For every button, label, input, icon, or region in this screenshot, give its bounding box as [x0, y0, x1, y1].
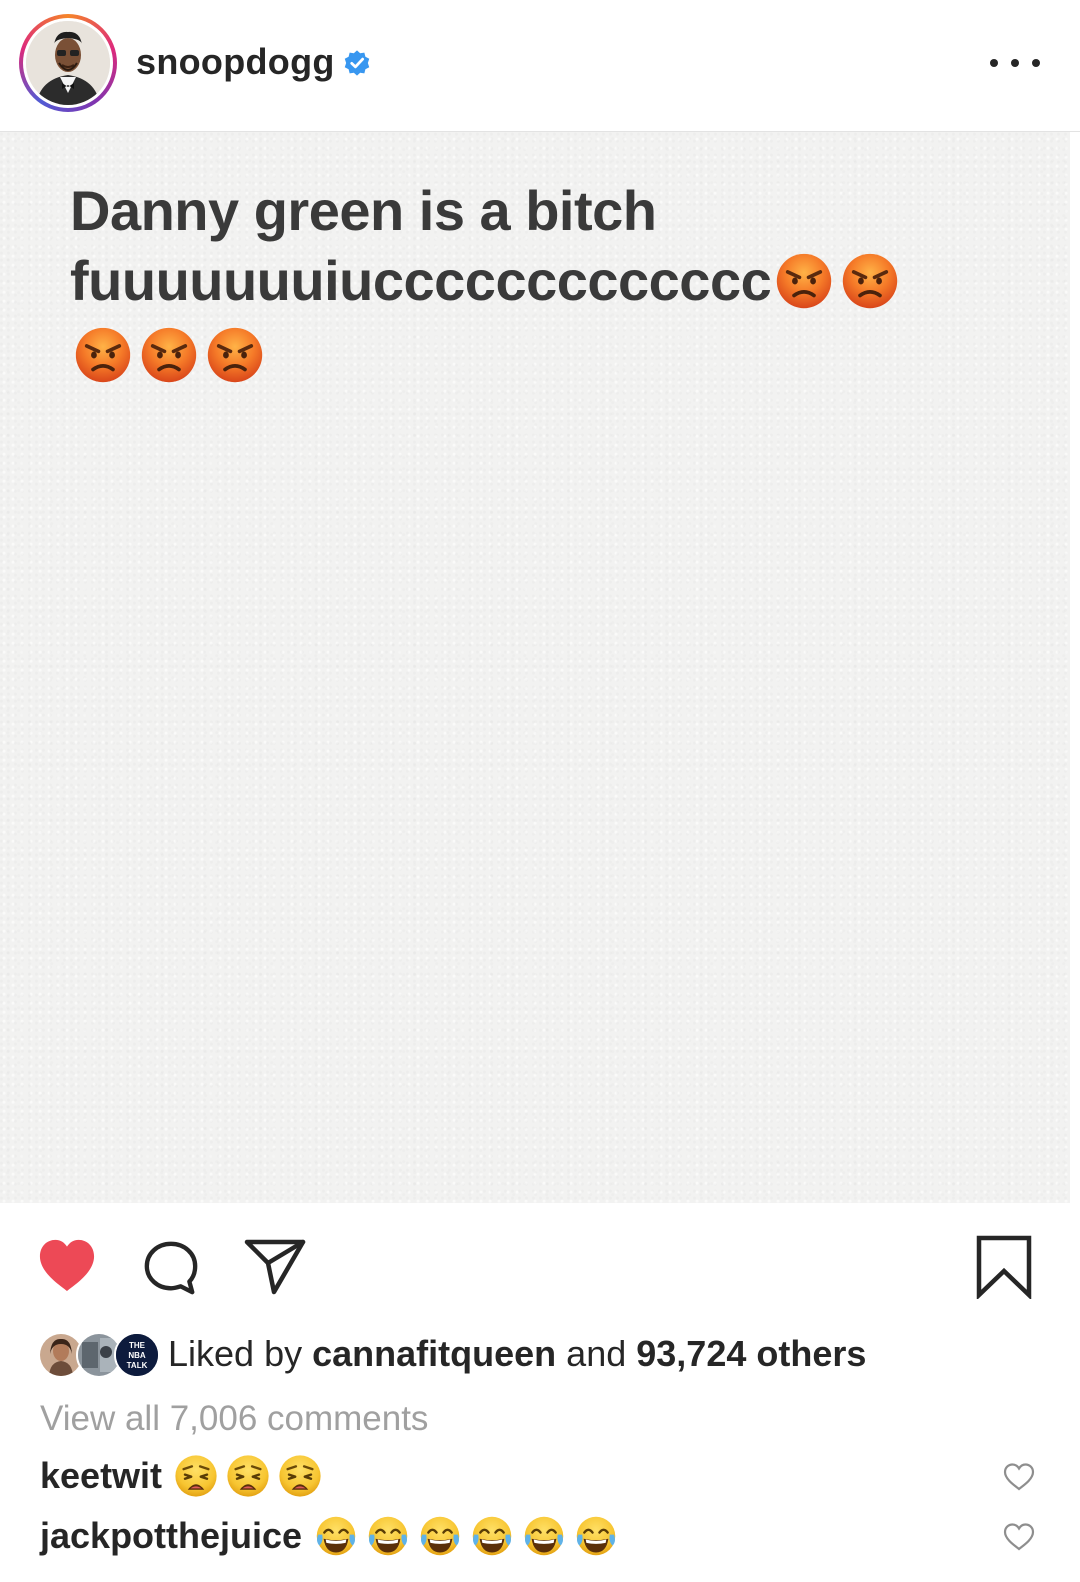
likes-text: Liked by cannafitqueen and 93,724 others: [168, 1333, 867, 1374]
post-text-line-1: Danny green is a bitch: [70, 179, 657, 242]
angry-face-emoji-icon: [841, 252, 899, 310]
paper-plane-icon[interactable]: [244, 1237, 306, 1295]
angry-face-emoji-icon: [140, 326, 198, 384]
comment-bubble-icon[interactable]: [142, 1239, 200, 1297]
comment-like-heart-icon[interactable]: [1002, 1522, 1036, 1552]
view-all-comments-link[interactable]: View all 7,006 comments: [40, 1396, 428, 1442]
comment-row: jackpotthejuice: [40, 1510, 626, 1562]
verified-badge-icon: [344, 50, 370, 76]
tears-of-joy-emoji-icon: [574, 1514, 618, 1558]
avatar: [26, 21, 110, 105]
angry-face-emoji-icon: [206, 326, 264, 384]
likes-summary[interactable]: THE NBA TALK Liked by cannafitqueen and …: [38, 1328, 866, 1380]
liker-avatars: THE NBA TALK: [38, 1331, 160, 1378]
post-text-line-2: fuuuuuuuiuccccccccccccc: [70, 249, 772, 312]
svg-text:TALK: TALK: [127, 1361, 148, 1370]
tears-of-joy-emoji-icon: [522, 1514, 566, 1558]
comment-username[interactable]: keetwit: [40, 1455, 162, 1497]
weary-face-emoji-icon: [278, 1454, 322, 1498]
comment-username[interactable]: jackpotthejuice: [40, 1515, 302, 1557]
more-options-icon[interactable]: [990, 48, 1040, 78]
heart-filled-icon[interactable]: [36, 1237, 98, 1295]
story-avatar[interactable]: [19, 14, 117, 112]
angry-face-emoji-icon: [74, 326, 132, 384]
weary-face-emoji-icon: [226, 1454, 270, 1498]
post-header: snoopdogg: [0, 0, 1080, 132]
weary-face-emoji-icon: [174, 1454, 218, 1498]
comment-row: keetwit: [40, 1450, 330, 1502]
comment-like-heart-icon[interactable]: [1002, 1462, 1036, 1492]
svg-text:THE: THE: [129, 1341, 146, 1350]
action-bar: [0, 1203, 1080, 1323]
liked-by-user-link[interactable]: cannafitqueen: [312, 1333, 556, 1374]
avatar: THE NBA TALK: [114, 1332, 160, 1378]
tears-of-joy-emoji-icon: [418, 1514, 462, 1558]
angry-face-emoji-icon: [775, 252, 833, 310]
tears-of-joy-emoji-icon: [470, 1514, 514, 1558]
tears-of-joy-emoji-icon: [314, 1514, 358, 1558]
post-username[interactable]: snoopdogg: [136, 38, 335, 86]
svg-text:NBA: NBA: [128, 1351, 146, 1360]
tears-of-joy-emoji-icon: [366, 1514, 410, 1558]
post-image-text: Danny green is a bitch fuuuuuuuiuccccccc…: [70, 176, 970, 390]
bookmark-icon[interactable]: [976, 1235, 1032, 1299]
likes-count-link[interactable]: 93,724 others: [636, 1333, 866, 1374]
